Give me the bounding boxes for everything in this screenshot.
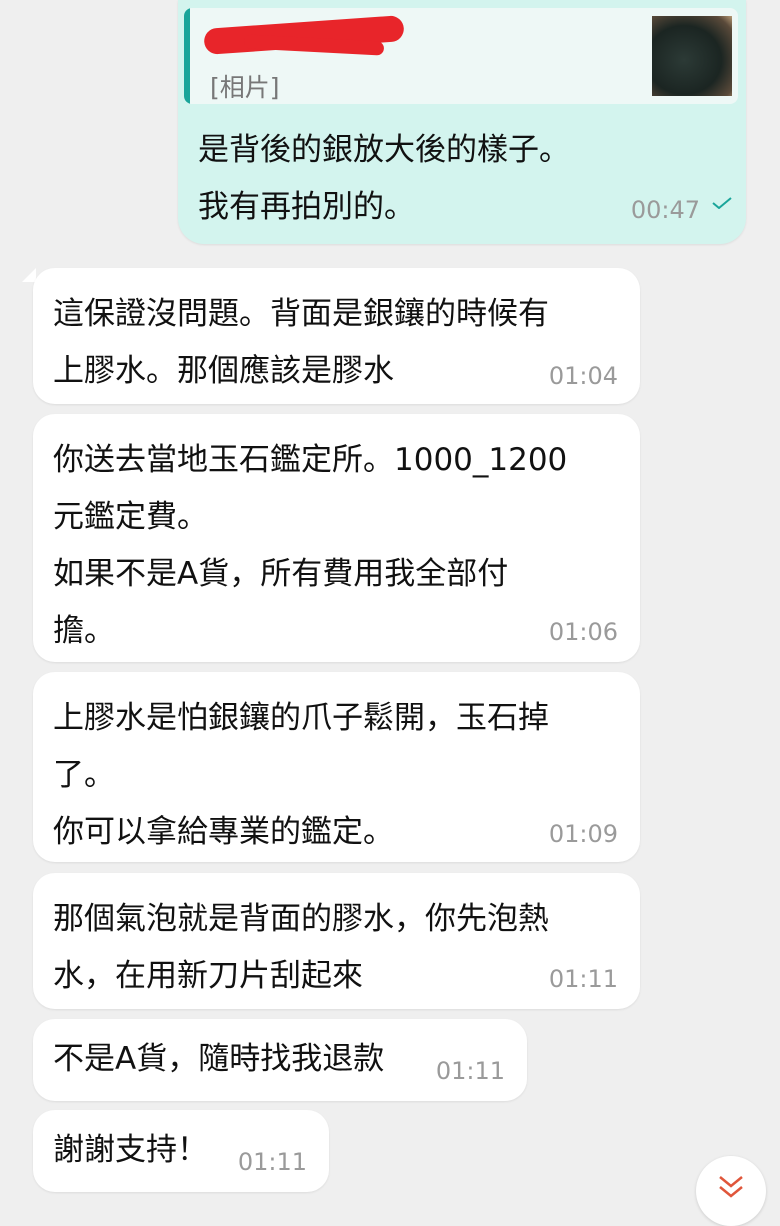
message-text: 謝謝支持！ [53,1132,208,1168]
photo-thumbnail[interactable] [652,16,732,96]
message-text: 這保證沒問題。背面是銀鑲的時候有 上膠水。那個應該是膠水 [53,296,549,389]
message-time: 01:11 [548,965,618,993]
message-time: 00:47 [630,196,700,224]
incoming-message[interactable]: 這保證沒問題。背面是銀鑲的時候有 上膠水。那個應該是膠水 01:04 [33,268,640,404]
message-time: 01:06 [548,618,618,646]
message-text: 那個氣泡就是背面的膠水，你先泡熱 水，在用新刀片刮起來 [53,901,549,994]
message-text: 上膠水是怕銀鑲的爪子鬆開，玉石掉 了。 你可以拿給專業的鑑定。 [53,700,549,850]
incoming-message[interactable]: 那個氣泡就是背面的膠水，你先泡熱 水，在用新刀片刮起來 01:11 [33,873,640,1009]
quote-accent-bar [184,8,190,104]
bubble-tail [22,268,36,282]
quoted-photo-reply[interactable]: [相片] [184,8,738,104]
message-text: 是背後的銀放大後的樣子。 我有再拍別的。 [198,132,570,225]
message-text: 你送去當地玉石鑑定所。1000_1200 元鑑定費。 如果不是A貨，所有費用我全… [53,442,568,649]
chevron-double-down-icon [719,1176,743,1198]
message-time: 01:04 [548,362,618,390]
check-icon [712,197,732,209]
incoming-message[interactable]: 不是A貨，隨時找我退款 01:11 [33,1019,527,1101]
quote-label: [相片] [210,73,280,102]
scroll-to-bottom-button[interactable] [696,1156,766,1226]
incoming-message[interactable]: 謝謝支持！ 01:11 [33,1110,329,1192]
message-time: 01:11 [435,1057,505,1085]
outgoing-message[interactable]: [相片] 是背後的銀放大後的樣子。 我有再拍別的。 00:47 [178,0,746,244]
incoming-message[interactable]: 上膠水是怕銀鑲的爪子鬆開，玉石掉 了。 你可以拿給專業的鑑定。 01:09 [33,672,640,862]
message-time: 01:09 [548,820,618,848]
message-time: 01:11 [237,1148,307,1176]
message-text: 不是A貨，隨時找我退款 [53,1041,385,1077]
incoming-message[interactable]: 你送去當地玉石鑑定所。1000_1200 元鑑定費。 如果不是A貨，所有費用我全… [33,414,640,662]
